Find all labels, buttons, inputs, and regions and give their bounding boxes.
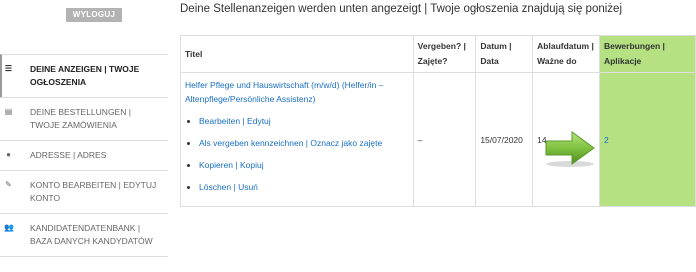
logout-button[interactable]: WYLOGUJ (66, 8, 122, 22)
applications-count-cell: 2 (598, 72, 696, 207)
sidebar-item-my-orders[interactable]: ▤ DEINE BESTELLUNGEN | TWOJE ZAMÓWIENIA (0, 97, 168, 140)
list-item: Als vergeben kennzeichnen | Oznacz jako … (199, 136, 409, 150)
arrow-right-icon (545, 131, 595, 167)
sidebar-item-label: DEINE BESTELLUNGEN | TWOJE ZAMÓWIENIA (30, 107, 131, 130)
sidebar-item-my-ads[interactable]: ☰ DEINE ANZEIGEN | TWOJE OGŁOSZENIA (0, 54, 168, 97)
date-cell: 15/07/2020 (475, 72, 534, 207)
edit-icon: ✎ (5, 180, 12, 189)
sidebar-item-label: DEINE ANZEIGEN | TWOJE OGŁOSZENIA (30, 64, 140, 87)
job-title-link[interactable]: Helfer Pflege und Hauswirtschaft (m/w/d)… (185, 78, 409, 106)
list-item: Bearbeiten | Edytuj (199, 114, 409, 128)
sidebar-item-address[interactable]: ● ADRESSE | ADRES (0, 140, 168, 170)
assigned-cell: – (412, 72, 477, 207)
copy-link[interactable]: Kopieren | Kopiuj (199, 160, 264, 170)
sidebar-nav: ☰ DEINE ANZEIGEN | TWOJE OGŁOSZENIA ▤ DE… (0, 54, 168, 257)
column-header-expiry: Ablaufdatum | Ważne do (532, 35, 600, 73)
job-title-cell: Helfer Pflege und Hauswirtschaft (m/w/d)… (180, 72, 414, 207)
users-icon: 👥 (4, 223, 14, 232)
list-item: Kopieren | Kopiuj (199, 158, 409, 172)
column-header-date: Datum | Data (475, 35, 534, 73)
delete-link[interactable]: Löschen | Usuń (199, 182, 258, 192)
sidebar-item-edit-account[interactable]: ✎ KONTO BEARBEITEN | EDYTUJ KONTO (0, 170, 168, 213)
list-item: Löschen | Usuń (199, 180, 409, 194)
sidebar-item-label: ADRESSE | ADRES (30, 150, 107, 160)
info-icon: ● (6, 150, 11, 159)
page-header-text: Deine Stellenanzeigen werden unten angez… (180, 3, 622, 15)
sidebar-item-label: KANDIDATENDATENBANK | BAZA DANYCH KANDYD… (30, 223, 153, 246)
column-header-title: Titel (180, 35, 414, 73)
mark-assigned-link[interactable]: Als vergeben kennzeichnen | Oznacz jako … (199, 138, 382, 148)
job-actions-list: Bearbeiten | Edytuj Als vergeben kennzei… (185, 114, 409, 194)
edit-link[interactable]: Bearbeiten | Edytuj (199, 116, 271, 126)
list-icon: ☰ (4, 64, 13, 73)
sidebar-item-label: KONTO BEARBEITEN | EDYTUJ KONTO (30, 180, 157, 203)
column-header-applications: Bewerbungen | Aplikacje (598, 35, 696, 73)
applications-count-link[interactable]: 2 (604, 133, 691, 147)
table-row: Helfer Pflege und Hauswirtschaft (m/w/d)… (180, 72, 696, 207)
column-header-assigned: Vergeben? | Zajęte? (412, 35, 477, 73)
job-ads-table: Titel Vergeben? | Zajęte? Datum | Data A… (180, 35, 696, 207)
sidebar-item-candidate-database[interactable]: 👥 KANDIDATENDATENBANK | BAZA DANYCH KAND… (0, 213, 168, 257)
document-icon: ▤ (4, 107, 13, 116)
